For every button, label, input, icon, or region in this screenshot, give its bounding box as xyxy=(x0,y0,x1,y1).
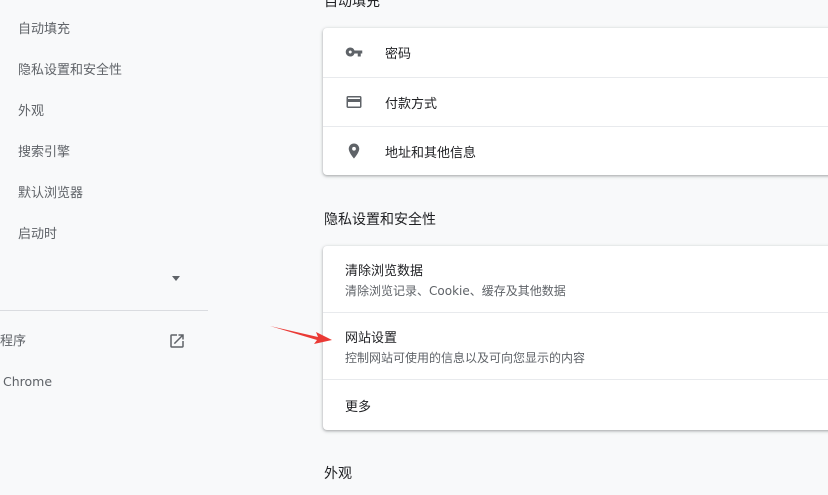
sidebar-divider xyxy=(0,310,208,311)
section-title-privacy: 隐私设置和安全性 xyxy=(324,212,436,228)
open-in-new-icon[interactable] xyxy=(168,332,186,350)
autofill-row-label: 付款方式 xyxy=(385,97,438,112)
row-title: 更多 xyxy=(345,400,372,415)
autofill-row-label: 地址和其他信息 xyxy=(385,146,477,161)
autofill-card: 密码 付款方式 地址和其他信息 xyxy=(323,28,828,175)
row-title: 清除浏览数据 xyxy=(345,264,424,279)
autofill-row-label: 密码 xyxy=(385,47,412,62)
sidebar-item-privacy[interactable]: 隐私设置和安全性 xyxy=(18,59,122,78)
sidebar-item-search-engine[interactable]: 搜索引擎 xyxy=(18,141,70,160)
privacy-row-site-settings[interactable]: 网站设置 控制网站可使用的信息以及可向您显示的内容 xyxy=(323,313,828,379)
credit-card-icon xyxy=(346,96,362,108)
autofill-row-passwords[interactable]: 密码 xyxy=(323,28,828,77)
advanced-expand-chevron-icon[interactable] xyxy=(172,276,180,281)
section-title-autofill: 自动填充 xyxy=(324,0,380,10)
sidebar-item-appearance[interactable]: 外观 xyxy=(18,100,44,119)
privacy-card: 清除浏览数据 清除浏览记录、Cookie、缓存及其他数据 网站设置 控制网站可使… xyxy=(323,246,828,430)
sidebar-item-extensions[interactable]: 程序 xyxy=(0,330,26,349)
key-icon xyxy=(345,47,363,57)
row-subtitle: 清除浏览记录、Cookie、缓存及其他数据 xyxy=(345,284,566,298)
section-title-appearance: 外观 xyxy=(324,466,352,482)
location-pin-icon xyxy=(348,143,360,159)
sidebar-item-about-chrome[interactable]: Chrome xyxy=(3,374,52,389)
privacy-row-clear-data[interactable]: 清除浏览数据 清除浏览记录、Cookie、缓存及其他数据 xyxy=(323,246,828,312)
annotation-arrow-icon xyxy=(270,326,332,344)
privacy-row-more[interactable]: 更多 xyxy=(323,380,828,430)
sidebar-item-default-browser[interactable]: 默认浏览器 xyxy=(18,182,83,201)
row-subtitle: 控制网站可使用的信息以及可向您显示的内容 xyxy=(345,351,586,365)
sidebar-item-on-startup[interactable]: 启动时 xyxy=(18,223,57,242)
autofill-row-addresses[interactable]: 地址和其他信息 xyxy=(323,127,828,175)
sidebar: 自动填充 隐私设置和安全性 外观 搜索引擎 默认浏览器 启动时 程序 Chrom… xyxy=(0,0,208,495)
sidebar-item-autofill[interactable]: 自动填充 xyxy=(18,18,70,37)
row-title: 网站设置 xyxy=(345,331,398,346)
autofill-row-payment[interactable]: 付款方式 xyxy=(323,78,828,126)
